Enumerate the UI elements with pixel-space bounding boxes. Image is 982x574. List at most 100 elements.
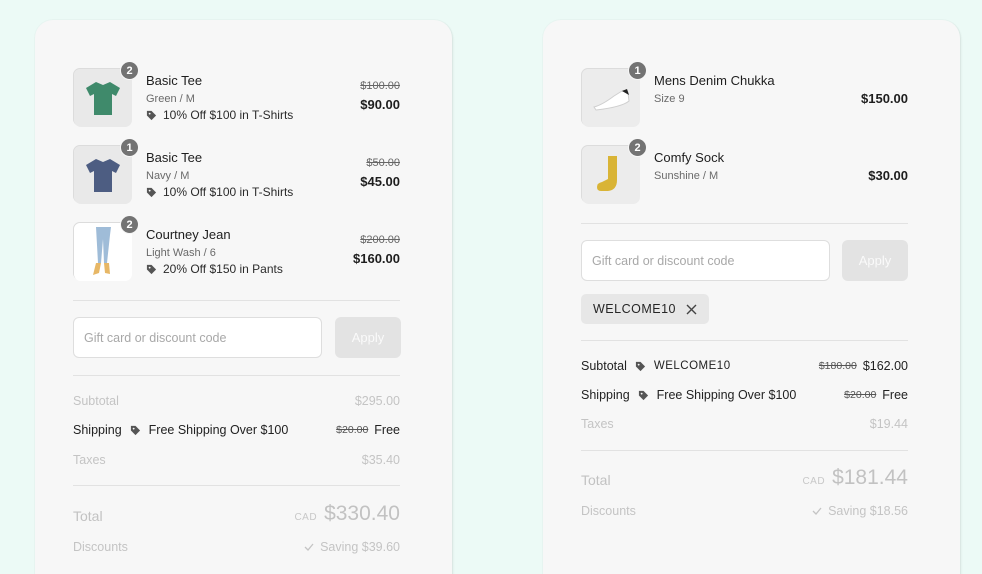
jeans-icon: 2 [73, 215, 139, 281]
check-icon [812, 507, 822, 515]
item-discount-label: 20% Off $150 in Pants [163, 262, 283, 276]
apply-button[interactable]: Apply [335, 317, 401, 358]
shipping-label: Shipping [581, 388, 630, 402]
quantity-badge: 1 [628, 61, 647, 80]
total-amount: $330.40 [324, 502, 400, 525]
tshirt-green-icon: 2 [73, 61, 139, 127]
divider [73, 485, 400, 486]
subtotal-row: Subtotal $295.00 [73, 394, 400, 412]
total-label: Total [73, 508, 103, 524]
discount-code-input[interactable] [581, 240, 830, 281]
saving-amount: Saving $18.56 [828, 504, 908, 518]
original-price: $200.00 [360, 234, 400, 246]
subtotal-discount-label: WELCOME10 [653, 360, 731, 372]
divider [581, 223, 908, 224]
item-price: $90.00 [360, 97, 400, 112]
item-name: Basic Tee [146, 73, 203, 88]
shipping-value: Free [882, 388, 908, 402]
shipping-value: Free [374, 423, 400, 437]
currency-code: CAD [294, 512, 318, 523]
saving-amount: Saving $39.60 [320, 540, 400, 554]
shipping-discount-label: Free Shipping Over $100 [656, 388, 797, 402]
item-variant: Green / M [146, 93, 195, 105]
shipping-row: Shipping Free Shipping Over $100 $20.00 … [73, 423, 400, 441]
quantity-badge: 2 [120, 61, 139, 80]
total-amount: $181.44 [832, 466, 908, 489]
item-discount: 20% Off $150 in Pants [146, 262, 283, 276]
subtotal-row: Subtotal WELCOME10 $180.00 $162.00 [581, 359, 908, 377]
item-discount: 10% Off $100 in T-Shirts [146, 108, 293, 122]
check-icon [304, 543, 314, 551]
divider [581, 450, 908, 451]
item-name: Courtney Jean [146, 227, 231, 242]
order-summary-panel-right: 1 Mens Denim Chukka Size 9 $150.00 2 Com… [543, 20, 960, 574]
tag-icon [146, 187, 157, 197]
tag-icon [130, 425, 140, 435]
item-name: Mens Denim Chukka [654, 73, 775, 88]
discounts-row: Discounts Saving $18.56 [581, 504, 908, 522]
line-item: 2 Basic Tee Green / M 10% Off $100 in T-… [73, 61, 400, 127]
divider [581, 340, 908, 341]
item-variant: Light Wash / 6 [146, 247, 216, 259]
line-item: 2 Comfy Sock Sunshine / M $30.00 [581, 138, 908, 204]
divider [73, 375, 400, 376]
quantity-badge: 2 [120, 215, 139, 234]
subtotal-value: $162.00 [862, 359, 908, 373]
shipping-label: Shipping [73, 423, 122, 437]
discount-code-input[interactable] [73, 317, 322, 358]
item-variant: Sunshine / M [654, 170, 719, 182]
item-discount-label: 10% Off $100 in T-Shirts [163, 108, 294, 122]
line-item: 1 Basic Tee Navy / M 10% Off $100 in T-S… [73, 138, 400, 204]
taxes-value: $19.44 [869, 417, 908, 431]
item-price: $45.00 [360, 174, 400, 189]
shipping-original-price: $20.00 [844, 389, 877, 401]
item-variant: Size 9 [654, 93, 685, 105]
apply-button[interactable]: Apply [842, 240, 908, 281]
shipping-original-price: $20.00 [336, 424, 369, 436]
line-item: 2 Courtney Jean Light Wash / 6 20% Off $… [73, 215, 400, 281]
subtotal-label: Subtotal [581, 359, 627, 373]
item-discount-label: 10% Off $100 in T-Shirts [163, 185, 294, 199]
quantity-badge: 1 [120, 138, 139, 157]
discounts-row: Discounts Saving $39.60 [73, 540, 400, 558]
item-name: Comfy Sock [654, 150, 725, 165]
original-price: $100.00 [360, 80, 400, 92]
subtotal-original-price: $180.00 [818, 360, 857, 372]
applied-code-chip: WELCOME10 [581, 294, 709, 324]
item-discount: 10% Off $100 in T-Shirts [146, 185, 293, 199]
item-price: $150.00 [861, 91, 908, 106]
applied-code-label: WELCOME10 [593, 302, 676, 316]
item-price: $30.00 [868, 168, 908, 183]
subtotal-label: Subtotal [73, 394, 119, 408]
tag-icon [146, 264, 157, 274]
discounts-label: Discounts [581, 504, 636, 518]
tag-icon [146, 110, 157, 120]
original-price: $50.00 [366, 157, 400, 169]
item-price: $160.00 [353, 251, 400, 266]
taxes-row: Taxes $19.44 [581, 417, 908, 435]
taxes-label: Taxes [581, 417, 614, 431]
shipping-row: Shipping Free Shipping Over $100 $20.00 … [581, 388, 908, 406]
sneaker-icon: 1 [581, 61, 647, 127]
subtotal-value: $295.00 [354, 394, 400, 408]
total-row: Total CAD $181.44 [581, 460, 908, 490]
taxes-label: Taxes [73, 453, 106, 467]
taxes-row: Taxes $35.40 [73, 453, 400, 471]
total-label: Total [581, 472, 611, 488]
divider [73, 300, 400, 301]
discounts-label: Discounts [73, 540, 128, 554]
close-icon[interactable] [686, 304, 697, 315]
currency-code: CAD [802, 476, 826, 487]
quantity-badge: 2 [628, 138, 647, 157]
sock-icon: 2 [581, 138, 647, 204]
taxes-value: $35.40 [361, 453, 400, 467]
item-variant: Navy / M [146, 170, 190, 182]
line-item: 1 Mens Denim Chukka Size 9 $150.00 [581, 61, 908, 127]
tshirt-navy-icon: 1 [73, 138, 139, 204]
item-name: Basic Tee [146, 150, 203, 165]
total-row: Total CAD $330.40 [73, 496, 400, 526]
tag-icon [638, 390, 648, 400]
tag-icon [635, 361, 645, 371]
order-summary-panel-left: 2 Basic Tee Green / M 10% Off $100 in T-… [35, 20, 452, 574]
shipping-discount-label: Free Shipping Over $100 [148, 423, 289, 437]
